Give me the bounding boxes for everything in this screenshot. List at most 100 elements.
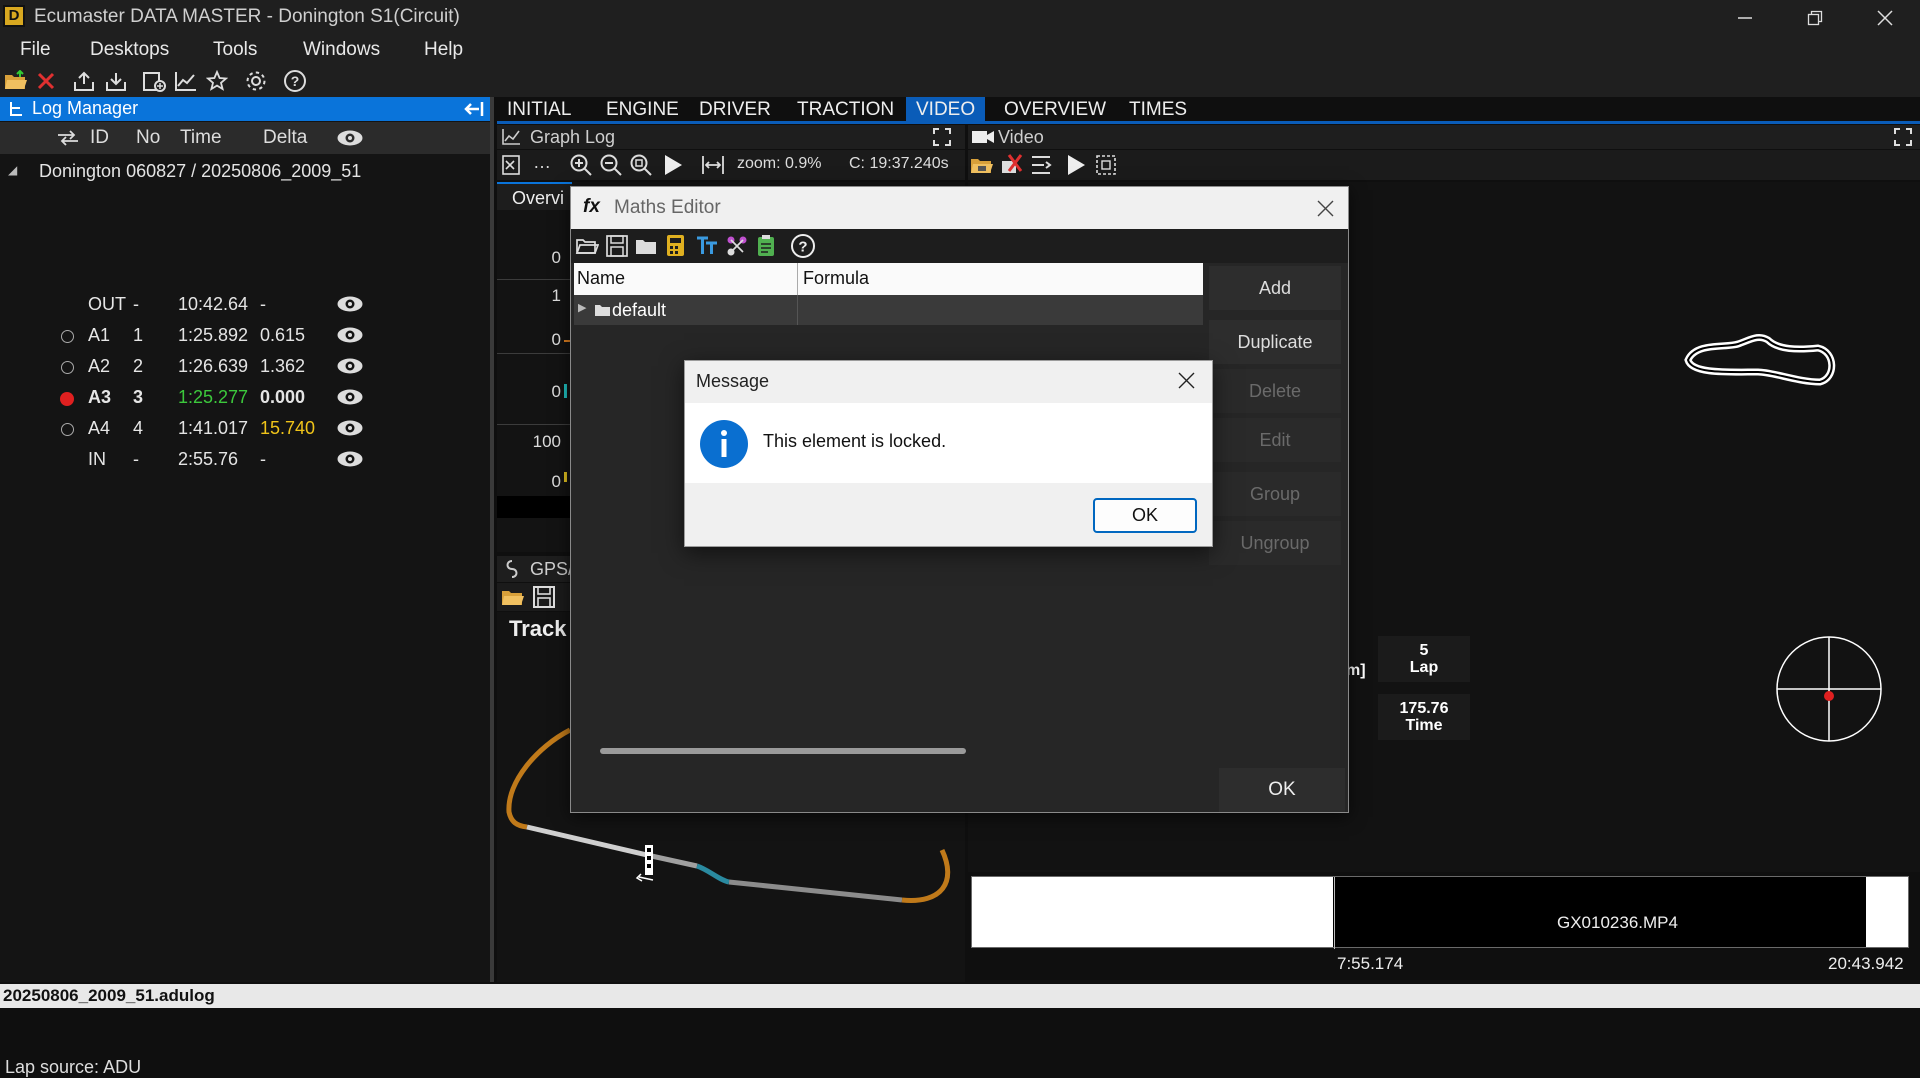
visibility-eye-icon[interactable] (336, 419, 364, 437)
add-channel-button[interactable] (140, 67, 168, 95)
col-delta[interactable]: Delta (263, 127, 307, 149)
restore-button[interactable] (1780, 0, 1850, 35)
save-icon[interactable] (532, 585, 556, 609)
horizontal-scrollbar[interactable] (600, 748, 966, 754)
visibility-eye-icon[interactable] (336, 450, 364, 468)
panel-splitter[interactable] (490, 97, 494, 982)
close-icon[interactable] (1317, 200, 1334, 217)
message-ok-button[interactable]: OK (1093, 498, 1197, 533)
play-icon[interactable] (663, 154, 683, 176)
close-log-button[interactable] (32, 67, 60, 95)
favorites-button[interactable] (203, 67, 231, 95)
timeline-end: 20:43.942 (1828, 954, 1904, 973)
col-id[interactable]: ID (90, 127, 109, 149)
clipboard-icon[interactable] (755, 234, 777, 258)
channel-link-icon[interactable] (725, 234, 749, 258)
graph-scrollbar[interactable] (497, 496, 572, 518)
axis-value: 0 (551, 330, 561, 349)
import-button[interactable] (102, 67, 130, 95)
col-name[interactable]: Name (577, 268, 625, 289)
more-icon[interactable]: … (533, 152, 551, 173)
video-timeline[interactable]: GX010236.MP4 7:55.174 20:43.942 (971, 876, 1909, 973)
pin-left-icon[interactable] (463, 100, 485, 118)
col-no[interactable]: No (136, 127, 160, 149)
maximize-icon[interactable] (1894, 128, 1912, 146)
menu-windows[interactable]: Windows (303, 39, 380, 61)
close-icon[interactable] (1178, 372, 1195, 389)
tab-engine[interactable]: ENGINE (596, 97, 689, 123)
play-icon[interactable] (1066, 154, 1086, 176)
lap-row[interactable]: OUT -10:42.64- (0, 290, 490, 321)
lap-row[interactable]: A1 1 1:25.892 0.615 (0, 321, 490, 352)
open-video-icon[interactable] (970, 153, 996, 177)
tab-initial[interactable]: INITIAL (497, 97, 581, 123)
delete-button[interactable]: Delete (1209, 369, 1341, 413)
lap-radio[interactable] (61, 423, 74, 436)
lap-row[interactable]: A4 4 1:41.017 15.740 (0, 414, 490, 445)
col-formula[interactable]: Formula (803, 268, 869, 289)
tab-traction[interactable]: TRACTION (787, 97, 904, 123)
lap-no: 4 (133, 418, 144, 438)
lap-row[interactable]: A2 2 1:26.639 1.362 (0, 352, 490, 383)
folder-open-icon[interactable] (501, 585, 525, 609)
menu-file[interactable]: File (20, 39, 51, 61)
menu-tools[interactable]: Tools (213, 39, 257, 61)
visibility-eye-icon[interactable] (336, 295, 364, 313)
tab-times[interactable]: TIMES (1119, 97, 1197, 123)
calculator-icon[interactable] (665, 234, 687, 258)
swap-arrows-icon[interactable] (56, 130, 80, 146)
export-button[interactable] (70, 67, 98, 95)
open-log-button[interactable] (2, 67, 30, 95)
fit-width-icon[interactable] (701, 155, 725, 175)
session-label[interactable]: Donington 060827 / 20250806_2009_51 (39, 161, 361, 182)
graph-setup-icon[interactable] (501, 153, 525, 177)
duplicate-button[interactable]: Duplicate (1209, 320, 1341, 364)
text-format-icon[interactable] (695, 235, 719, 257)
group-button[interactable]: Group (1209, 472, 1341, 516)
remove-video-icon[interactable] (1000, 153, 1024, 177)
edit-button[interactable]: Edit (1209, 418, 1341, 462)
visibility-eye-icon[interactable] (336, 326, 364, 344)
zoom-fit-icon[interactable] (629, 153, 653, 177)
lap-radio-selected[interactable] (60, 392, 74, 406)
tab-driver[interactable]: DRIVER (689, 97, 781, 123)
save-icon[interactable] (605, 234, 629, 258)
add-button[interactable]: Add (1209, 266, 1341, 310)
lap-radio[interactable] (61, 330, 74, 343)
graph-button[interactable] (172, 67, 200, 95)
menu-help[interactable]: Help (424, 39, 463, 61)
lap-row[interactable]: A3 3 1:25.277 0.000 (0, 383, 490, 414)
tree-item-default[interactable]: ▶ default (574, 295, 1203, 325)
minimize-button[interactable] (1710, 0, 1780, 35)
desktop-tabs: INITIAL ENGINE DRIVER TRACTION VIDEO OVERVIEW… (497, 97, 1920, 123)
maths-ok-button[interactable]: OK (1219, 768, 1345, 812)
expand-arrow-icon[interactable]: ▶ (578, 301, 586, 314)
col-time[interactable]: Time (180, 127, 222, 149)
lap-radio[interactable] (61, 361, 74, 374)
open-folder-icon[interactable] (575, 234, 599, 258)
maths-editor-titlebar: fx Maths Editor (571, 187, 1348, 229)
lap-delta: 15.740 (260, 418, 316, 438)
tab-overview[interactable]: OVERVIEW (994, 97, 1116, 123)
sync-icon[interactable] (1030, 153, 1054, 177)
visibility-eye-icon[interactable] (336, 129, 364, 147)
ungroup-button[interactable]: Ungroup (1209, 521, 1341, 565)
visibility-eye-icon[interactable] (336, 357, 364, 375)
menu-desktops[interactable]: Desktops (90, 39, 169, 61)
tab-video[interactable]: VIDEO (906, 97, 986, 123)
help-icon[interactable]: ? (790, 233, 816, 259)
settings-button[interactable] (242, 67, 270, 95)
new-folder-icon[interactable] (635, 235, 659, 257)
collapse-triangle-icon[interactable]: ◢ (8, 163, 17, 177)
zoom-in-icon[interactable] (569, 153, 593, 177)
column-divider[interactable] (797, 263, 798, 295)
visibility-eye-icon[interactable] (336, 388, 364, 406)
maximize-icon[interactable] (933, 128, 951, 146)
close-window-button[interactable] (1850, 0, 1920, 35)
overview-subtab[interactable]: Overvi (497, 182, 572, 210)
lap-no: 2 (133, 356, 144, 376)
lap-row[interactable]: IN - 2:55.76 - (0, 445, 490, 476)
zoom-out-icon[interactable] (599, 153, 623, 177)
help-button[interactable]: ? (281, 67, 309, 95)
overlay-select-icon[interactable] (1095, 154, 1117, 176)
